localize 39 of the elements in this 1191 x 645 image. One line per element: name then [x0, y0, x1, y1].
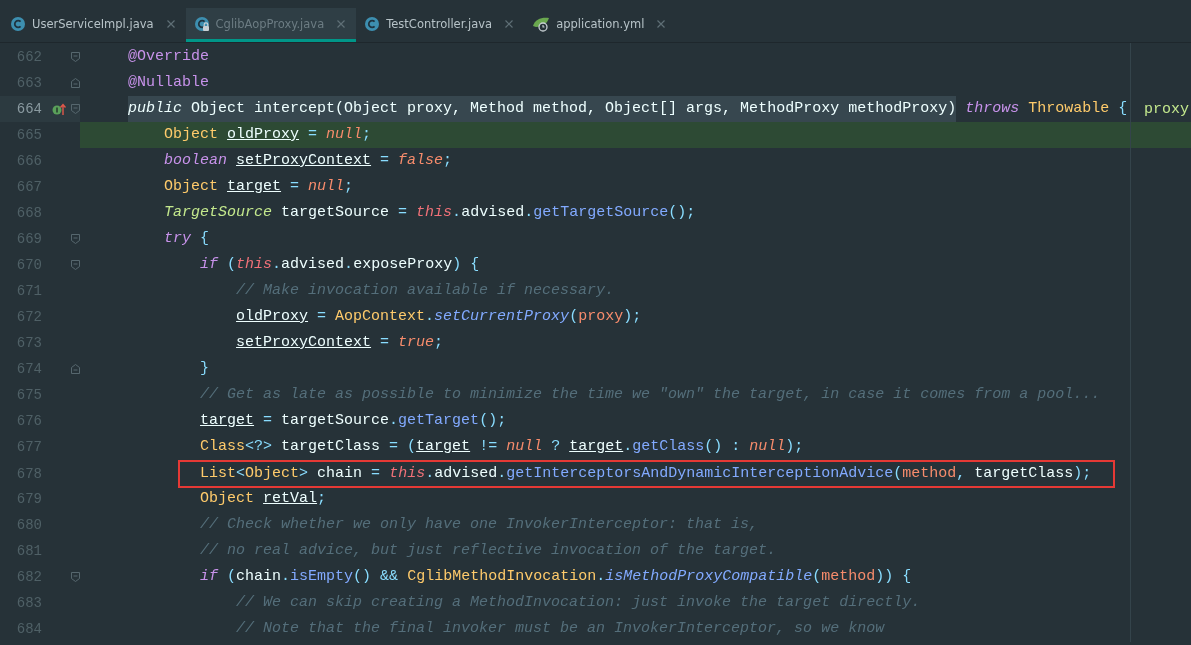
fold-icon[interactable] — [70, 103, 81, 115]
close-icon — [656, 18, 667, 29]
code-line: TargetSource targetSource = this.advised.getTargetSource(); — [164, 203, 696, 223]
inline-value-hint: proxy — [1144, 100, 1189, 118]
fold-icon[interactable] — [70, 571, 81, 583]
editor-tab[interactable]: TestController.java — [356, 8, 525, 42]
code-line: // Note that the final invoker must be an InvokerInterceptor, so we know — [236, 619, 885, 639]
code-line: target = targetSource.getTarget(); — [200, 411, 507, 431]
code-line: public Object intercept(Object proxy, Method method, Object[] args, MethodProxy methodProxy) throws Throwable { — [128, 96, 1128, 122]
fold-icon[interactable] — [70, 51, 81, 63]
code-line: Object target = null; — [164, 177, 354, 197]
code-line: Class<?> targetClass = (target != null ? target.getClass() : null); — [200, 437, 804, 457]
code-line: } — [200, 359, 210, 379]
close-icon — [165, 18, 176, 29]
code-line: Object oldProxy = null; — [164, 125, 372, 145]
code-line: if (this.advised.exposeProxy) { — [200, 255, 480, 275]
fold-icon[interactable] — [70, 259, 81, 271]
implements-arrow-icon[interactable] — [52, 102, 66, 116]
code-line: if (chain.isEmpty() && CglibMethodInvocation.isMethodProxyCompatible(method)) { — [200, 567, 912, 587]
code-line: // Get as late as possible to minimize the time we "own" the target, in case it comes from a pool... — [200, 385, 1101, 405]
code-line: // Make invocation available if necessary. — [236, 281, 615, 301]
fold-icon[interactable] — [70, 363, 81, 375]
code-line: boolean setProxyContext = false; — [164, 151, 453, 171]
code-line: Object retVal; — [200, 489, 327, 509]
current-line-number: 664 — [15, 101, 42, 117]
close-icon — [504, 18, 515, 29]
code-line: @Nullable — [128, 73, 210, 93]
fold-icon[interactable] — [70, 233, 81, 245]
code-line: // Check whether we only have one InvokerInterceptor: that is, — [200, 515, 759, 535]
code-line: // no real advice, but just reflective invocation of the target. — [200, 541, 777, 561]
fold-icon[interactable] — [70, 77, 81, 89]
editor-tab[interactable]: application.yml — [524, 8, 677, 42]
code-line: setProxyContext = true; — [236, 333, 444, 353]
editor-tab[interactable]: UserServiceImpl.java — [2, 8, 186, 42]
code-line: // We can skip creating a MethodInvocation: just invoke the target directly. — [236, 593, 921, 613]
code-line: try { — [164, 229, 210, 249]
close-icon — [336, 18, 347, 29]
code-line: @Override — [128, 47, 210, 67]
code-line: oldProxy = AopContext.setCurrentProxy(proxy); — [236, 307, 642, 327]
